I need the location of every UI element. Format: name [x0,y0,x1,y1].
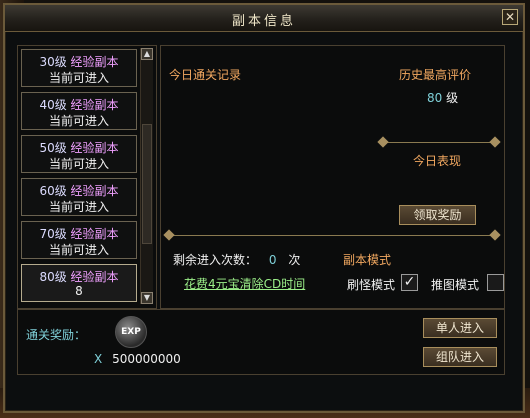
remaining-entries: 剩余进入次数： 0 次 [173,251,300,268]
title-bar[interactable]: 副本信息 ✕ [5,5,523,32]
dungeon-type: 经验副本 [70,98,119,112]
dungeon-mode-label: 副本模式 [343,253,392,267]
divider-ornament [489,229,501,241]
window-title: 副本信息 [231,14,296,29]
today-record-label: 今日通关记录 [169,68,242,82]
divider-ornament [377,136,389,148]
remaining-entries-unit: 次 [288,253,301,267]
dungeon-status: 当前可进入 [48,157,109,171]
dungeon-list-item-80[interactable]: 80级 经验副本 8 [21,264,137,302]
dungeon-list-item-40[interactable]: 40级 经验副本 当前可进入 [21,92,137,130]
mode-monster-checkbox[interactable]: ✓ [401,274,418,291]
dungeon-list-item-70[interactable]: 70级 经验副本 当前可进入 [21,221,137,259]
divider-ornament [489,136,501,148]
divider-ornament [163,229,175,241]
dungeon-level: 70级 [39,227,67,241]
dungeon-type: 经验副本 [70,270,119,284]
mode-push-label: 推图模式 [431,278,480,292]
exp-icon: EXP [115,316,147,348]
dungeon-list-item-60[interactable]: 60级 经验副本 当前可进入 [21,178,137,216]
scroll-down-button[interactable]: ▼ [141,292,153,304]
mode-monster-label: 刷怪模式 [347,278,396,292]
dungeon-list-item-50[interactable]: 50级 经验副本 当前可进入 [21,135,137,173]
remaining-entries-value: 0 [268,253,277,267]
remaining-entries-label: 剩余进入次数： [173,253,258,267]
close-icon: ✕ [504,10,516,24]
checkmark-icon: ✓ [403,274,416,290]
dungeon-level: 40级 [39,98,67,112]
dungeon-details-panel: 今日通关记录 历史最高评价 80 级 今日表现 领取奖励 剩余进入次数： 0 次… [160,45,505,309]
solo-enter-button[interactable]: 单人进入 [423,318,497,338]
dungeon-level: 50级 [39,141,67,155]
best-rating-label: 历史最高评价 [399,68,472,82]
reward-label: 通关奖励： [26,328,87,342]
scroll-up-button[interactable]: ▲ [141,48,153,60]
dungeon-type: 经验副本 [70,184,119,198]
section-divider [169,235,495,236]
list-scrollbar[interactable]: ▲ ▼ [140,48,153,304]
best-rating: 80 级 [427,89,458,106]
today-performance-label: 今日表现 [413,154,462,168]
mode-push-checkbox[interactable] [487,274,504,291]
claim-reward-button[interactable]: 领取奖励 [399,205,476,225]
reward-panel: 通关奖励： EXP X 500000000 单人进入 组队进入 [17,309,505,375]
dungeon-list: 30级 经验副本 当前可进入 40级 经验副本 当前可进入 50级 经验副本 当… [17,45,157,309]
performance-divider [383,142,495,143]
best-rating-value: 80 [427,91,443,105]
scroll-thumb[interactable] [142,124,152,244]
dungeon-level: 60级 [39,184,67,198]
dungeon-status: 当前可进入 [48,243,109,257]
dungeon-type: 经验副本 [70,55,119,69]
dungeon-status: 当前可进入 [48,200,109,214]
team-enter-button[interactable]: 组队进入 [423,347,497,367]
dungeon-list-item-30[interactable]: 30级 经验副本 当前可进入 [21,49,137,87]
dungeon-status: 8 [75,284,83,298]
close-button[interactable]: ✕ [502,9,518,25]
dungeon-level: 30级 [39,55,67,69]
dungeon-level: 80级 [39,270,67,284]
clear-cd-link[interactable]: 花费4元宝清除CD时间 [184,275,305,292]
dungeon-type: 经验副本 [70,141,119,155]
reward-multiplier: X [94,352,103,366]
best-rating-unit: 级 [446,91,459,105]
dungeon-status: 当前可进入 [48,114,109,128]
exp-icon-text: EXP [121,327,141,337]
dungeon-type: 经验副本 [70,227,119,241]
dungeon-status: 当前可进入 [48,71,109,85]
arrow-down-icon: ▼ [143,293,151,302]
arrow-up-icon: ▲ [143,49,151,58]
reward-amount: X 500000000 [94,352,181,366]
reward-amount-value: 500000000 [112,352,181,366]
